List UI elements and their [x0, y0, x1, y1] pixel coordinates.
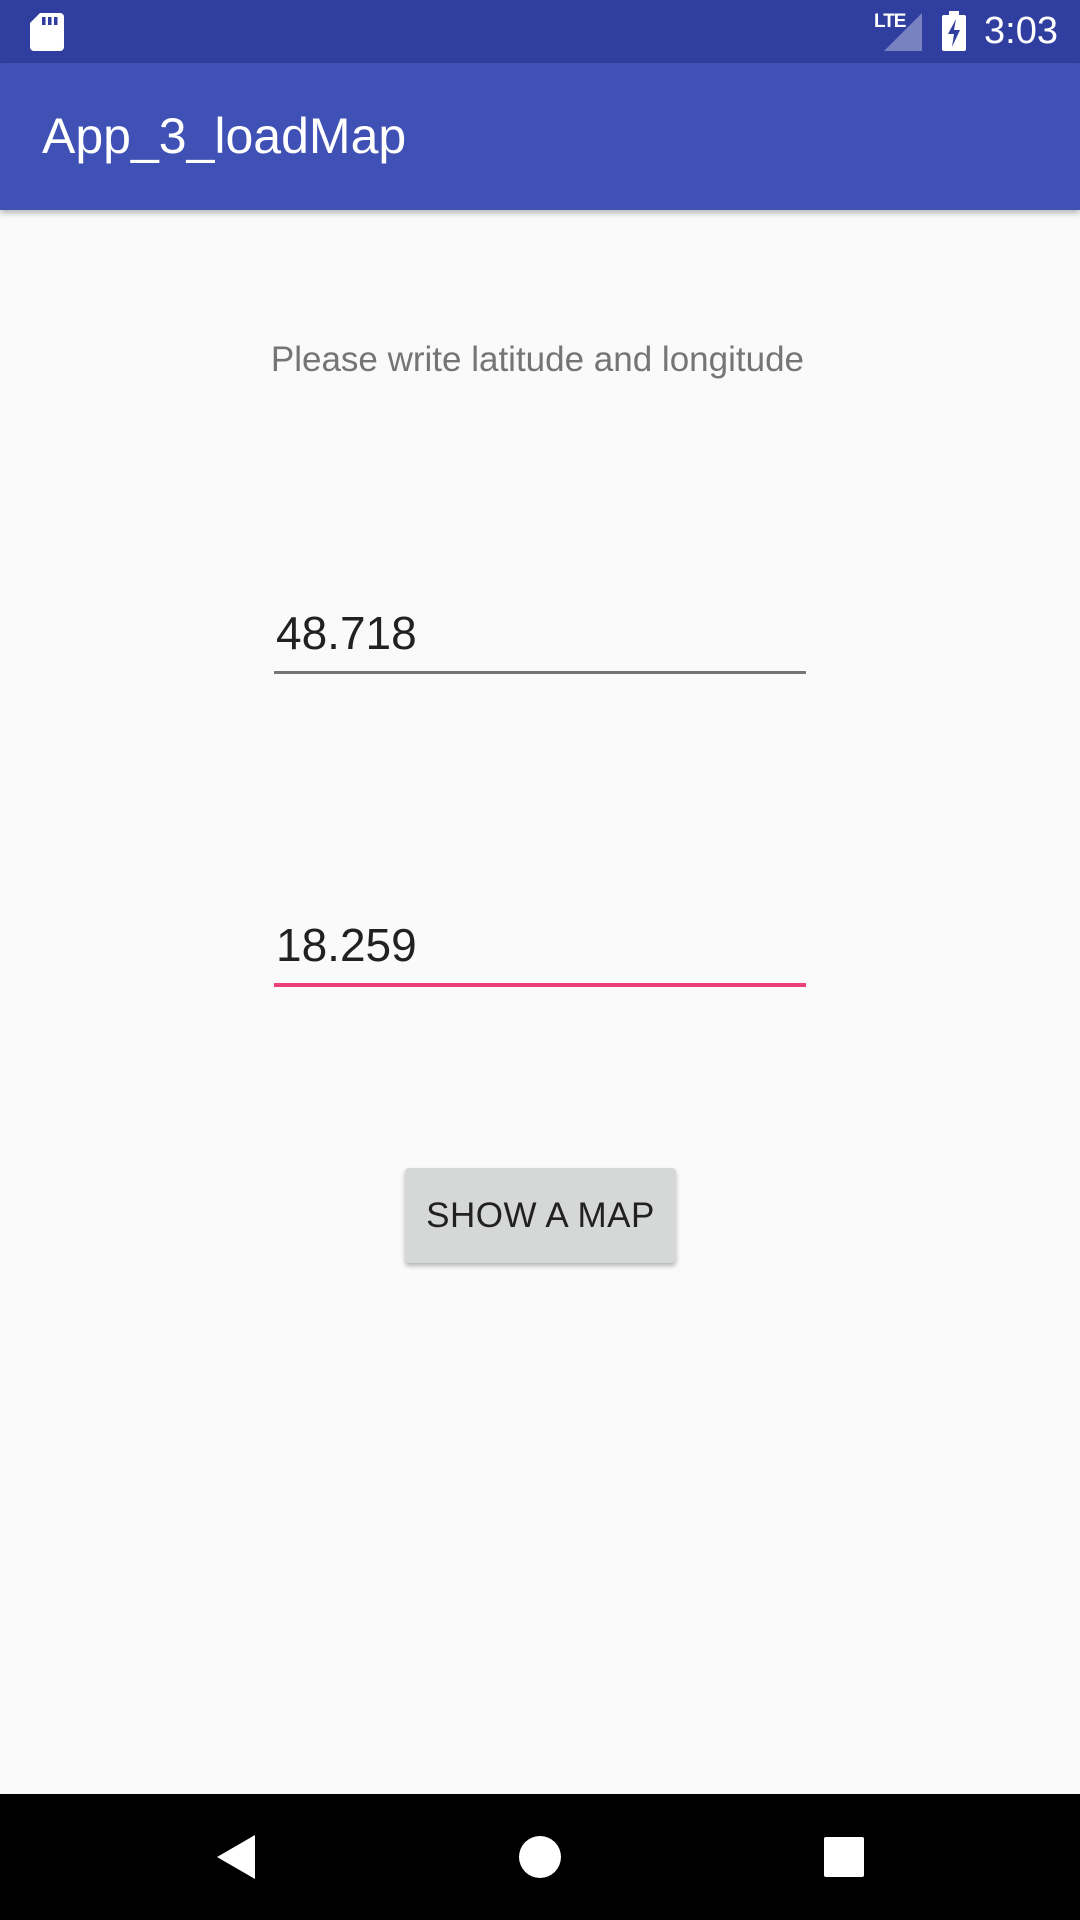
status-bar: LTE 3:03	[0, 0, 1080, 63]
back-icon	[217, 1835, 255, 1879]
recents-icon	[824, 1837, 864, 1877]
app-bar: App_3_loadMap	[0, 63, 1080, 210]
longitude-input[interactable]	[274, 907, 806, 987]
clock: 3:03	[984, 10, 1058, 52]
battery-charging-icon	[942, 11, 966, 51]
signal-icon	[884, 13, 922, 51]
recents-button[interactable]	[809, 1822, 879, 1892]
instruction-text: Please write latitude and longitude	[0, 340, 1044, 380]
instruction-label: Please write latitude and longitude	[270, 340, 804, 379]
back-button[interactable]	[202, 1822, 272, 1892]
screen: LTE 3:03 App_3_loadMap Please write lati…	[0, 0, 1080, 1920]
home-button[interactable]	[505, 1822, 575, 1892]
sd-card-icon	[30, 13, 64, 51]
show-map-button[interactable]: SHOW A MAP	[405, 1168, 676, 1263]
navigation-bar	[0, 1794, 1080, 1920]
home-icon	[519, 1836, 561, 1878]
latitude-input[interactable]	[274, 594, 806, 674]
app-title: App_3_loadMap	[42, 108, 407, 164]
